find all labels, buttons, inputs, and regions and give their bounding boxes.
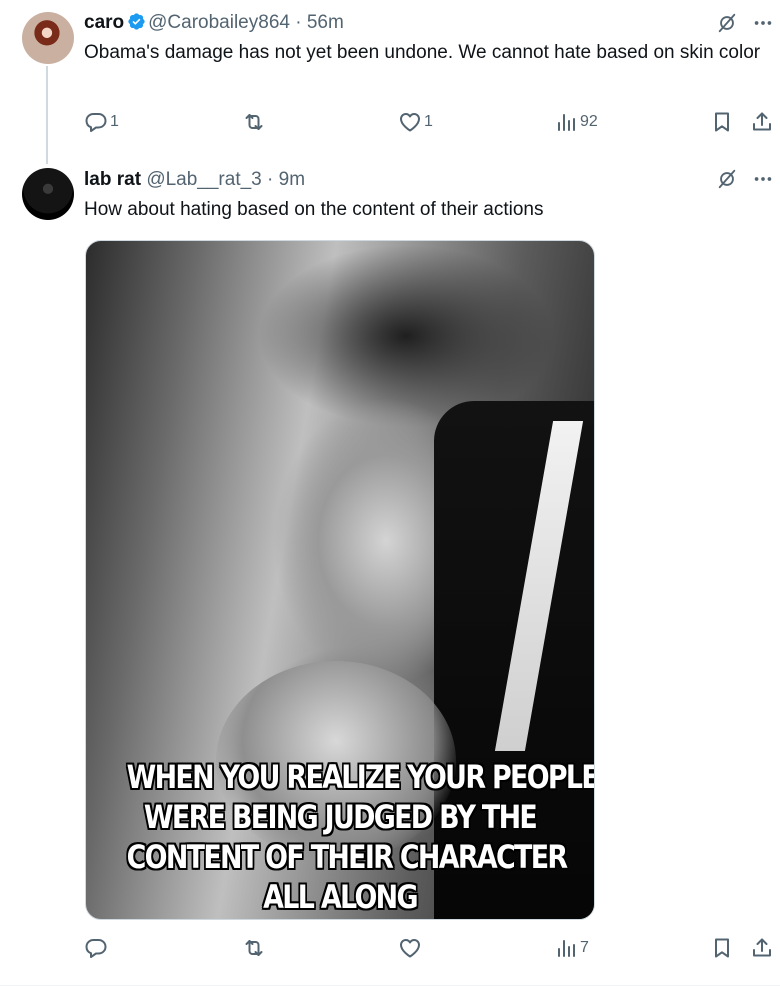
tweet-header: caro @Carobailey864 · 56m — [84, 11, 344, 35]
separator-dot: · — [267, 169, 274, 190]
timestamp[interactable]: 9m — [279, 169, 305, 190]
avatar[interactable] — [22, 12, 74, 64]
meme-caption-line: WERE BEING JUDGED BY THE — [143, 798, 538, 836]
reply-count: 1 — [110, 113, 119, 130]
user-handle[interactable]: @Lab__rat_3 — [146, 169, 261, 190]
display-name[interactable]: lab rat — [84, 169, 141, 190]
tweet-top-actions — [716, 168, 774, 190]
bookmark-button[interactable] — [710, 936, 734, 960]
reply-button[interactable]: 1 — [84, 110, 119, 134]
meme-caption: WHEN YOU REALIZE YOUR PEOPLE WERE BEING … — [126, 757, 595, 917]
tweet-lab-rat[interactable]: lab rat @Lab__rat_3 · 9m How about hatin… — [0, 160, 780, 986]
reply-button[interactable] — [84, 936, 110, 960]
verified-badge-icon — [128, 13, 145, 30]
user-handle[interactable]: @Carobailey864 — [148, 12, 290, 33]
separator-dot: · — [295, 12, 302, 33]
retweet-button[interactable] — [242, 110, 268, 134]
reply-icon — [85, 113, 107, 132]
views-button[interactable]: 7 — [554, 936, 589, 960]
retweet-button[interactable] — [242, 936, 268, 960]
display-name[interactable]: caro — [84, 12, 124, 33]
views-count: 7 — [580, 939, 589, 956]
bookmark-icon — [715, 938, 729, 958]
tweet-header: lab rat @Lab__rat_3 · 9m — [84, 168, 305, 192]
timestamp[interactable]: 56m — [307, 12, 344, 33]
tweet-caro[interactable]: caro @Carobailey864 · 56m Obama's damage … — [0, 0, 780, 164]
tweet-text: Obama's damage has not yet been undone. … — [84, 42, 761, 63]
views-chart-icon — [558, 940, 575, 957]
heart-icon — [400, 939, 420, 958]
bookmark-icon — [715, 112, 729, 132]
tweet-action-bar: 7 — [84, 936, 774, 962]
like-button[interactable]: 1 — [398, 110, 433, 134]
tweet-top-actions — [716, 12, 774, 34]
meme-caption-line: WHEN YOU REALIZE YOUR PEOPLE — [126, 758, 595, 796]
retweet-icon — [245, 114, 263, 130]
reply-icon — [85, 939, 107, 958]
more-options-icon[interactable] — [752, 168, 774, 190]
views-chart-icon — [558, 114, 575, 131]
retweet-icon — [245, 940, 263, 956]
like-button[interactable] — [398, 936, 424, 960]
like-count: 1 — [424, 113, 433, 130]
thread-connector — [46, 66, 48, 164]
share-button[interactable] — [750, 110, 774, 134]
heart-icon — [400, 113, 420, 132]
more-options-icon[interactable] — [752, 12, 774, 34]
grok-icon[interactable] — [716, 168, 738, 190]
views-count: 92 — [580, 113, 598, 130]
tweet-media-image[interactable]: WHEN YOU REALIZE YOUR PEOPLE WERE BEING … — [85, 240, 595, 920]
share-icon — [753, 938, 771, 957]
meme-caption-line: CONTENT OF THEIR CHARACTER — [126, 838, 568, 876]
tweet-text: How about hating based on the content of… — [84, 199, 544, 220]
share-icon — [753, 112, 771, 131]
share-button[interactable] — [750, 936, 774, 960]
avatar[interactable] — [22, 168, 74, 220]
meme-caption-line: ALL ALONG — [263, 878, 418, 916]
grok-icon[interactable] — [716, 12, 738, 34]
bookmark-button[interactable] — [710, 110, 734, 134]
views-button[interactable]: 92 — [554, 110, 598, 134]
tweet-action-bar: 1 1 92 — [84, 110, 774, 136]
